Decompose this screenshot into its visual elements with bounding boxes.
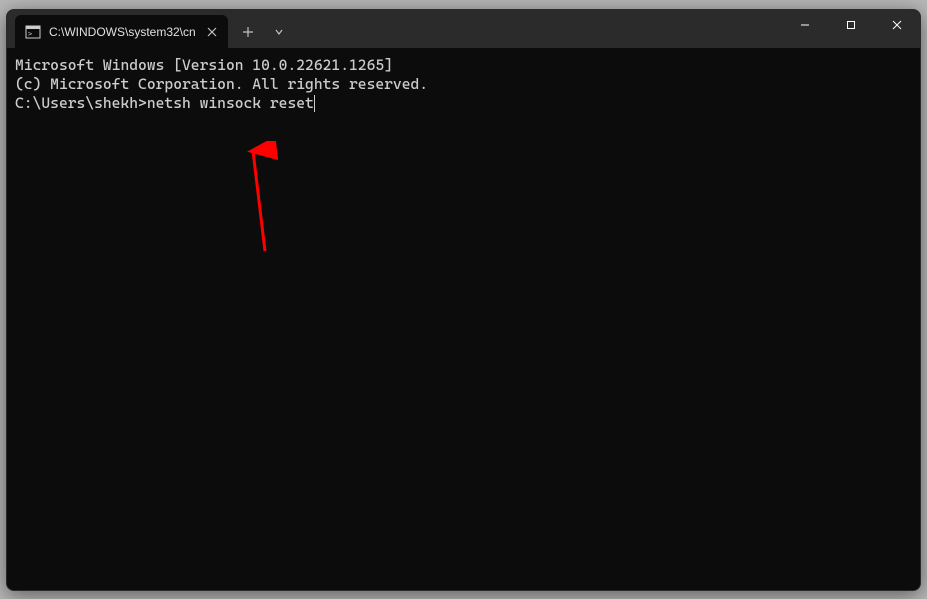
new-tab-button[interactable] bbox=[232, 15, 264, 48]
terminal-prompt-line: C:\Users\shekh>netsh winsock reset bbox=[15, 94, 912, 113]
terminal-output-line: Microsoft Windows [Version 10.0.22621.12… bbox=[15, 56, 912, 75]
arrow-annotation-icon bbox=[239, 141, 279, 261]
terminal-command: netsh winsock reset bbox=[147, 94, 314, 113]
minimize-button[interactable] bbox=[782, 10, 828, 40]
tab-area: >_ C:\WINDOWS\system32\cn bbox=[7, 10, 294, 48]
maximize-button[interactable] bbox=[828, 10, 874, 40]
active-tab[interactable]: >_ C:\WINDOWS\system32\cn bbox=[15, 15, 228, 48]
titlebar-drag-area[interactable] bbox=[294, 10, 782, 48]
terminal-cursor bbox=[314, 95, 315, 112]
terminal-window: >_ C:\WINDOWS\system32\cn bbox=[6, 9, 921, 591]
titlebar[interactable]: >_ C:\WINDOWS\system32\cn bbox=[7, 10, 920, 48]
tab-dropdown-button[interactable] bbox=[264, 15, 294, 48]
terminal-prompt: C:\Users\shekh> bbox=[15, 94, 147, 113]
terminal-output-line: (c) Microsoft Corporation. All rights re… bbox=[15, 75, 912, 94]
tab-title: C:\WINDOWS\system32\cn bbox=[49, 25, 196, 39]
close-button[interactable] bbox=[874, 10, 920, 40]
cmd-icon: >_ bbox=[25, 24, 41, 40]
window-controls bbox=[782, 10, 920, 40]
svg-text:>_: >_ bbox=[28, 30, 37, 38]
tab-close-button[interactable] bbox=[204, 24, 220, 40]
terminal-content[interactable]: Microsoft Windows [Version 10.0.22621.12… bbox=[7, 48, 920, 590]
